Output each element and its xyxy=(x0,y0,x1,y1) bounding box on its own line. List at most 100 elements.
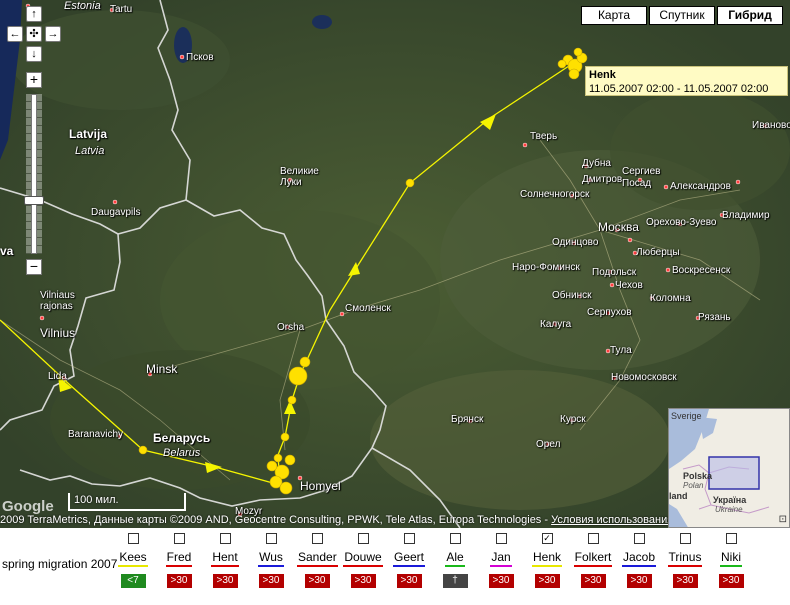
zoom-in-button[interactable]: + xyxy=(26,72,42,88)
bird-name[interactable]: Niki xyxy=(720,550,742,567)
bird-status-badge: <7 xyxy=(120,574,146,588)
place-va: va xyxy=(0,244,14,258)
place-daugavpils: Daugavpils xyxy=(91,207,141,218)
overview-label-ukraina: Україна xyxy=(713,495,747,505)
place-sergiev-posad: Сергиев Посад xyxy=(622,166,661,189)
place-serpukhov: Серпухов xyxy=(587,307,632,318)
place-vladimir: Владимир xyxy=(722,210,770,221)
bird-checkbox[interactable] xyxy=(587,533,599,544)
terms-of-use-link[interactable]: Условия использования xyxy=(551,514,668,526)
google-logo[interactable]: Google xyxy=(2,498,54,515)
place-vilnius: Vilnius xyxy=(40,326,76,340)
bird-status-badge: >30 xyxy=(212,574,238,588)
bird-checkbox[interactable] xyxy=(357,533,369,544)
bird-checkbox[interactable] xyxy=(449,533,461,544)
place-belarus-ru: Беларусь xyxy=(153,431,211,445)
bird-name[interactable]: Sander xyxy=(297,550,338,567)
place-novomoskovsk: Новомосковск xyxy=(611,372,677,383)
marker-info-label: Henk 11.05.2007 02:00 - 11.05.2007 02:00 xyxy=(585,66,788,96)
bird-checkbox[interactable] xyxy=(265,533,277,544)
bird-name[interactable]: Jacob xyxy=(621,550,657,567)
bird-status-badge: >30 xyxy=(718,574,744,588)
place-lyubertsy: Люберцы xyxy=(636,247,680,258)
place-dmitrov: Дмитров xyxy=(582,174,623,185)
overview-label-polska: Polska xyxy=(683,471,713,481)
legend-bird-sander: Sander >30 xyxy=(297,533,338,588)
zoom-out-button[interactable]: − xyxy=(26,259,42,275)
zoom-slider-bar[interactable] xyxy=(31,94,37,254)
legend-bird-ale: Ale † xyxy=(435,533,475,588)
pan-up-icon[interactable]: ↑ xyxy=(26,6,42,22)
place-kaluga: Калуга xyxy=(540,319,572,330)
map-type-button-satellite[interactable]: Спутник xyxy=(649,6,715,25)
bird-name[interactable]: Jan xyxy=(490,550,512,567)
place-orekhovo-zuevo: Орехово-Зуево xyxy=(646,217,717,228)
map-type-button-map[interactable]: Карта xyxy=(581,6,647,25)
place-moskva: Москва xyxy=(598,220,639,234)
pan-down-icon[interactable]: ↓ xyxy=(26,46,42,62)
pan-left-icon[interactable]: ← xyxy=(7,26,23,42)
overview-map[interactable]: Sverige Polska Polan land Україна Ukrain… xyxy=(668,408,790,528)
bird-name[interactable]: Kees xyxy=(118,550,148,567)
place-naro-fominsk: Наро-Фоминск xyxy=(512,262,580,273)
bird-status-badge: >30 xyxy=(534,574,560,588)
legend-bird-henk: ✓ Henk >30 xyxy=(527,533,567,588)
overview-collapse-icon[interactable]: ⊡ xyxy=(779,514,787,525)
legend-bird-jacob: Jacob >30 xyxy=(619,533,659,588)
place-pskov: Псков xyxy=(186,52,214,63)
place-velikie-luki: Великие Луки xyxy=(280,166,319,188)
map-type-button-hybrid[interactable]: Гибрид xyxy=(717,6,783,25)
bird-status-badge: >30 xyxy=(488,574,514,588)
bird-name[interactable]: Trinus xyxy=(667,550,703,567)
bird-name[interactable]: Henk xyxy=(531,550,562,567)
pan-center-icon[interactable]: ✣ xyxy=(26,26,42,42)
place-baranavichy: Baranavichy xyxy=(68,429,124,440)
legend-bird-hent: Hent >30 xyxy=(205,533,245,588)
legend-bird-jan: Jan >30 xyxy=(481,533,521,588)
place-ryazan: Рязань xyxy=(698,312,731,323)
bird-checkbox[interactable] xyxy=(173,533,185,544)
bird-checkbox[interactable] xyxy=(679,533,691,544)
bird-name[interactable]: Hent xyxy=(211,550,239,567)
place-tartu: Tartu xyxy=(110,4,133,15)
map-copyright: 2009 TerraMetrics, Данные карты ©2009 AN… xyxy=(0,514,668,528)
place-orel: Орел xyxy=(536,439,561,450)
overview-label-poland: Polan xyxy=(683,481,704,490)
overview-label-sverige: Sverige xyxy=(671,411,702,421)
marker-info-name: Henk xyxy=(589,69,616,81)
map-canvas[interactable]: Estonia Tartu Псков Latvija Latvia Dauga… xyxy=(0,0,790,528)
place-ivanovo: Иваново xyxy=(752,120,790,131)
place-tula: Тула xyxy=(610,345,632,356)
bird-name[interactable]: Geert xyxy=(392,550,425,567)
bird-checkbox[interactable] xyxy=(725,533,737,544)
bird-status-badge: † xyxy=(442,574,468,588)
place-kursk: Курск xyxy=(560,414,586,425)
bird-checkbox[interactable] xyxy=(311,533,323,544)
bird-checkbox[interactable] xyxy=(633,533,645,544)
overview-label-ukraine: Ukraine xyxy=(715,505,743,514)
bird-name[interactable]: Douwe xyxy=(343,550,383,567)
legend-bird-niki: Niki >30 xyxy=(711,533,751,588)
bird-status-badge: >30 xyxy=(626,574,652,588)
bird-name[interactable]: Ale xyxy=(445,550,465,567)
legend-bird-kees: Kees <7 xyxy=(113,533,153,588)
legend-title: spring migration 2007 xyxy=(2,557,118,571)
bird-status-badge: >30 xyxy=(580,574,606,588)
zoom-slider-handle[interactable] xyxy=(24,196,44,205)
bird-checkbox[interactable] xyxy=(403,533,415,544)
place-lida: Lida xyxy=(48,371,67,382)
bird-name[interactable]: Folkert xyxy=(573,550,613,567)
pan-right-icon[interactable]: → xyxy=(45,26,61,42)
place-smolensk: Смоленск xyxy=(345,303,391,314)
bird-name[interactable]: Wus xyxy=(258,550,284,567)
place-dubna: Дубна xyxy=(582,158,611,169)
place-voskresensk: Воскресенск xyxy=(672,265,731,276)
bird-checkbox[interactable] xyxy=(495,533,507,544)
place-tver: Тверь xyxy=(530,131,558,142)
bird-name[interactable]: Fred xyxy=(165,550,193,567)
bird-checkbox[interactable] xyxy=(127,533,139,544)
bird-checkbox[interactable]: ✓ xyxy=(541,533,553,544)
bird-checkbox[interactable] xyxy=(219,533,231,544)
place-estonia: Estonia xyxy=(64,0,101,12)
place-belarus: Belarus xyxy=(163,447,201,459)
